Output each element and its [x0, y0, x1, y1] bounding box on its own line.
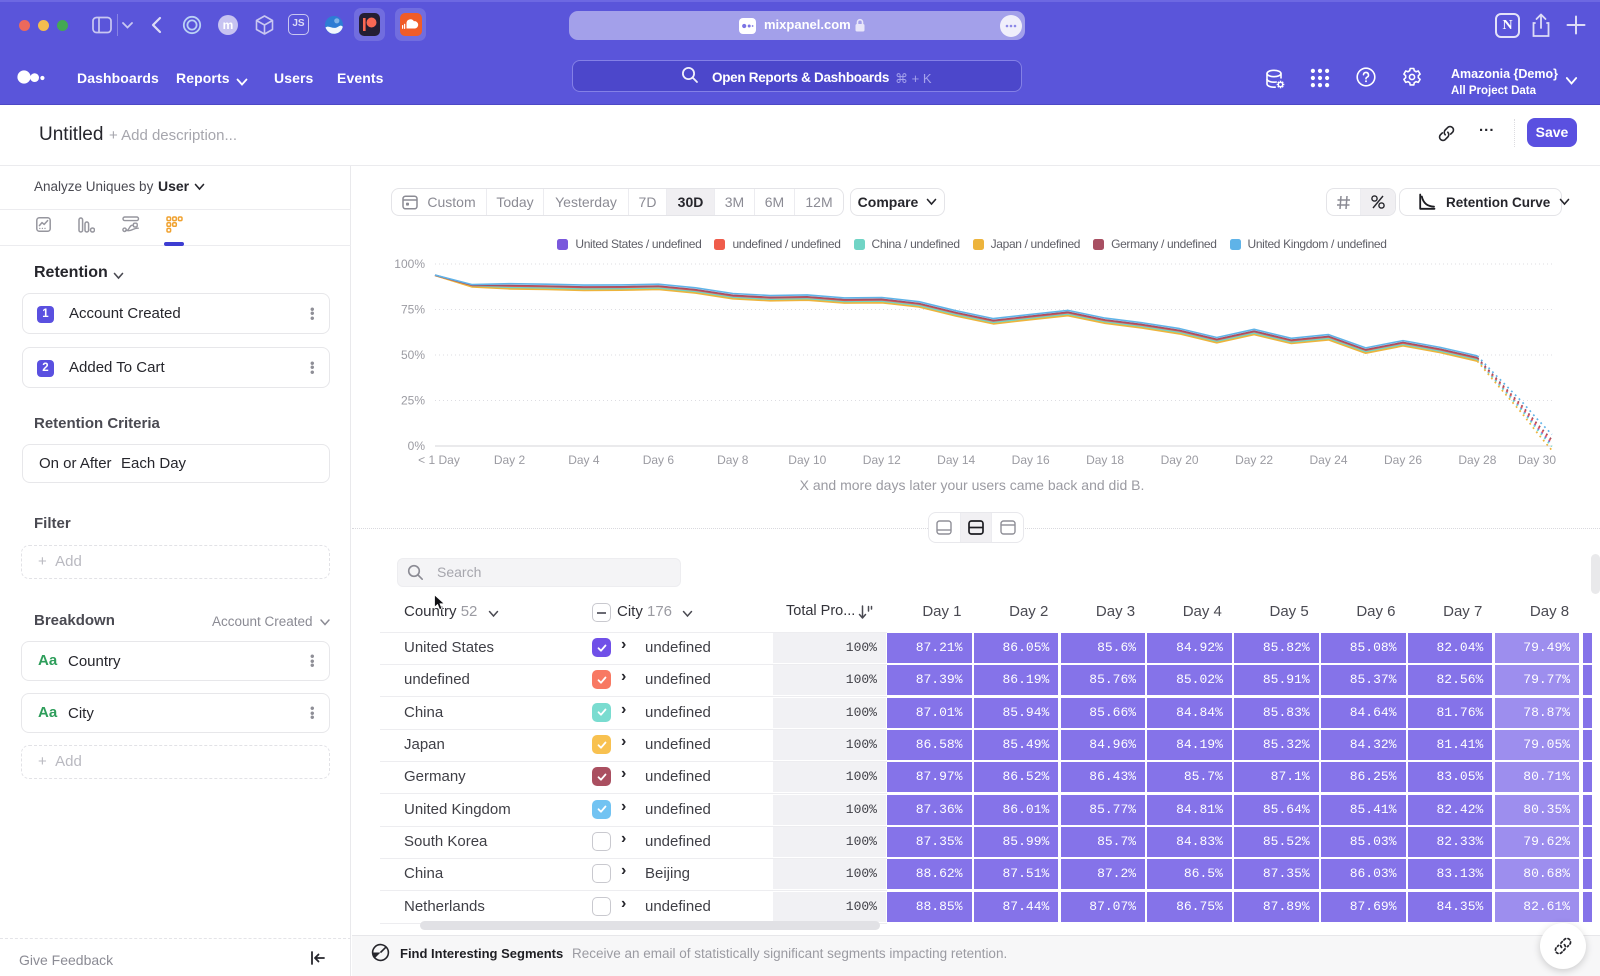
svg-text:Day 26: Day 26	[1384, 453, 1422, 467]
svg-text:Day 6: Day 6	[643, 453, 675, 467]
svg-text:Day 18: Day 18	[1086, 453, 1124, 467]
svg-text:75%: 75%	[401, 303, 425, 317]
svg-text:Day 4: Day 4	[568, 453, 600, 467]
svg-text:50%: 50%	[401, 348, 425, 362]
svg-text:Day 12: Day 12	[863, 453, 901, 467]
svg-text:Day 30: Day 30	[1518, 453, 1556, 467]
svg-text:Day 28: Day 28	[1458, 453, 1496, 467]
svg-text:Day 24: Day 24	[1309, 453, 1347, 467]
svg-text:0%: 0%	[408, 439, 426, 453]
svg-text:Day 8: Day 8	[717, 453, 749, 467]
svg-text:25%: 25%	[401, 394, 425, 408]
svg-text:Day 10: Day 10	[788, 453, 826, 467]
svg-text:Day 22: Day 22	[1235, 453, 1273, 467]
svg-text:< 1 Day: < 1 Day	[418, 453, 460, 467]
svg-text:Day 20: Day 20	[1161, 453, 1199, 467]
svg-text:Day 16: Day 16	[1012, 453, 1050, 467]
svg-text:100%: 100%	[394, 257, 425, 271]
svg-text:Day 14: Day 14	[937, 453, 975, 467]
svg-text:Day 2: Day 2	[494, 453, 526, 467]
